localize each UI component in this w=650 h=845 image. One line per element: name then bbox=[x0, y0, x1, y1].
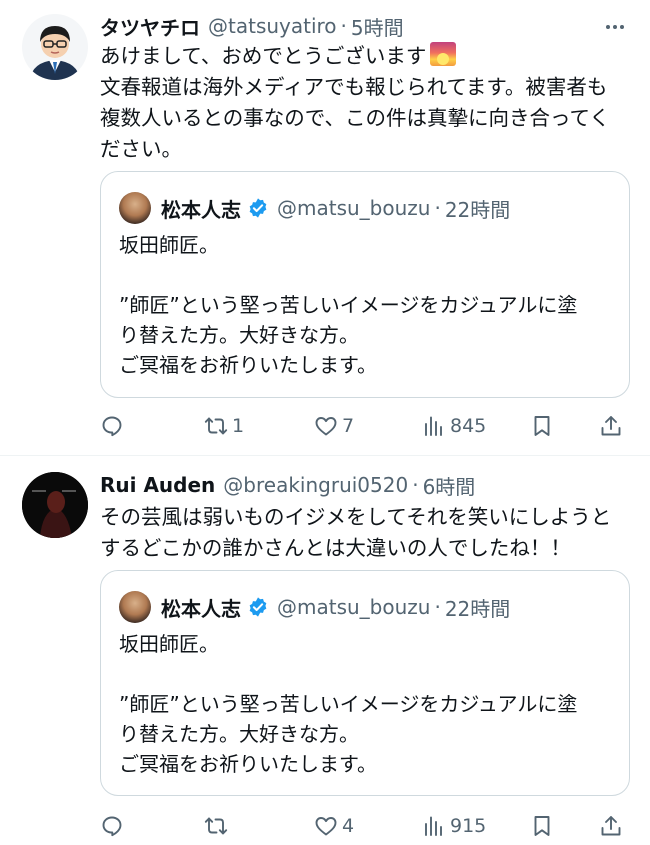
verified-badge-icon bbox=[249, 198, 267, 218]
tweet[interactable]: Rui Auden @breakingrui0520 · 6時間 その芸風は弱い… bbox=[0, 456, 650, 845]
tweet-text: あけまして、おめでとうございます 文春報道は海外メディアでも報じられてます。被害… bbox=[100, 41, 632, 165]
quoted-text-line: ”師匠”という堅っ苦しいイメージをカジュアルに塗 bbox=[119, 293, 578, 317]
views-count: 915 bbox=[450, 815, 487, 837]
tweet-text-line: ださい。 bbox=[100, 137, 182, 161]
like-button[interactable]: 7 bbox=[314, 410, 354, 442]
tweet-header: タツヤチロ @tatsuyatiro · 5時間 bbox=[100, 12, 610, 41]
retweet-button[interactable] bbox=[204, 810, 232, 842]
quoted-author-handle: @matsu_bouzu bbox=[277, 595, 431, 619]
quoted-timestamp: 22時間 bbox=[444, 197, 511, 222]
author-handle[interactable]: @tatsuyatiro bbox=[208, 14, 337, 38]
quoted-text-line: ”師匠”という堅っ苦しいイメージをカジュアルに塗 bbox=[119, 692, 578, 716]
quoted-tweet-header: 松本人志 @matsu_bouzu · 22時間 bbox=[119, 591, 510, 623]
separator: · bbox=[412, 473, 419, 497]
separator: · bbox=[434, 196, 441, 220]
author-handle[interactable]: @breakingrui0520 bbox=[223, 473, 408, 497]
more-icon[interactable] bbox=[602, 14, 628, 40]
bookmark-icon bbox=[534, 816, 550, 836]
avatar[interactable] bbox=[22, 14, 88, 80]
retweet-count: 1 bbox=[232, 415, 245, 437]
verified-badge-icon bbox=[249, 597, 267, 617]
quoted-author-handle: @matsu_bouzu bbox=[277, 196, 431, 220]
quoted-text-line: り替えた方。大好きな方。 bbox=[119, 722, 359, 746]
quoted-text-line: り替えた方。大好きな方。 bbox=[119, 323, 359, 347]
tweet[interactable]: タツヤチロ @tatsuyatiro · 5時間 あけまして、おめでとうございま… bbox=[0, 0, 650, 455]
tweet-text-line: あけまして、おめでとうございます bbox=[100, 41, 632, 72]
avatar[interactable] bbox=[22, 472, 88, 538]
tweet-text-line: その芸風は弱いものイジメをしてそれを笑いにしようと bbox=[100, 505, 612, 529]
views-button[interactable]: 845 bbox=[422, 410, 486, 442]
quoted-avatar[interactable] bbox=[119, 591, 151, 623]
like-button[interactable]: 4 bbox=[314, 810, 354, 842]
quoted-tweet-header: 松本人志 @matsu_bouzu · 22時間 bbox=[119, 192, 510, 224]
quoted-timestamp: 22時間 bbox=[444, 596, 511, 621]
quoted-text-line: ご冥福をお祈りいたします。 bbox=[119, 353, 377, 377]
like-icon bbox=[315, 417, 337, 436]
tweet-text-line: するどこかの誰かさんとは大違いの人でしたね！！ bbox=[100, 536, 571, 560]
reply-button[interactable] bbox=[100, 810, 128, 842]
quoted-text-line: ご冥福をお祈りいたします。 bbox=[119, 752, 377, 776]
reply-icon bbox=[102, 416, 122, 437]
action-bar: 4 915 bbox=[100, 810, 630, 842]
reply-icon bbox=[102, 816, 122, 837]
views-button[interactable]: 915 bbox=[422, 810, 486, 842]
views-icon bbox=[425, 816, 442, 836]
views-icon bbox=[425, 416, 442, 436]
action-bar: 1 7 845 bbox=[100, 410, 630, 442]
quoted-author-name: 松本人志 bbox=[161, 596, 241, 621]
tweet-text-line: 文春報道は海外メディアでも報じられてます。被害者も bbox=[100, 75, 608, 99]
timestamp[interactable]: 6時間 bbox=[423, 471, 476, 500]
quoted-tweet-text: 坂田師匠。 ”師匠”という堅っ苦しいイメージをカジュアルに塗 り替えた方。大好き… bbox=[119, 230, 619, 380]
tweet-text-line: 複数人いるとの事なので、この件は真摯に向き合ってく bbox=[100, 106, 610, 130]
reply-button[interactable] bbox=[100, 410, 128, 442]
share-button[interactable] bbox=[599, 410, 623, 442]
quoted-text-line: 坂田師匠。 bbox=[119, 632, 219, 656]
tweet-text-segment: あけまして、おめでとうございます bbox=[100, 44, 427, 68]
like-icon bbox=[315, 817, 337, 836]
quoted-tweet-text: 坂田師匠。 ”師匠”という堅っ苦しいイメージをカジュアルに塗 り替えた方。大好き… bbox=[119, 629, 619, 779]
sunrise-emoji bbox=[430, 42, 457, 66]
bookmark-button[interactable] bbox=[530, 810, 554, 842]
share-icon bbox=[601, 816, 621, 836]
views-count: 845 bbox=[450, 415, 487, 437]
separator: · bbox=[434, 595, 441, 619]
timestamp[interactable]: 5時間 bbox=[351, 12, 404, 41]
quoted-tweet[interactable]: 松本人志 @matsu_bouzu · 22時間 坂田師匠。 ”師匠”という堅っ… bbox=[100, 171, 630, 398]
retweet-icon bbox=[204, 417, 228, 435]
retweet-icon bbox=[204, 817, 228, 835]
quoted-author-name: 松本人志 bbox=[161, 197, 241, 222]
author-name[interactable]: Rui Auden bbox=[100, 473, 215, 497]
retweet-button[interactable]: 1 bbox=[204, 410, 244, 442]
like-count: 4 bbox=[342, 815, 355, 837]
author-name[interactable]: タツヤチロ bbox=[100, 12, 200, 41]
quoted-tweet[interactable]: 松本人志 @matsu_bouzu · 22時間 坂田師匠。 ”師匠”という堅っ… bbox=[100, 570, 630, 796]
separator: · bbox=[340, 14, 347, 38]
bookmark-icon bbox=[534, 416, 550, 436]
tweet-header: Rui Auden @breakingrui0520 · 6時間 bbox=[100, 471, 610, 500]
quoted-avatar[interactable] bbox=[119, 192, 151, 224]
like-count: 7 bbox=[342, 415, 355, 437]
bookmark-button[interactable] bbox=[530, 410, 554, 442]
quoted-text-line: 坂田師匠。 bbox=[119, 233, 219, 257]
share-icon bbox=[601, 416, 621, 436]
share-button[interactable] bbox=[599, 810, 623, 842]
tweet-text: その芸風は弱いものイジメをしてそれを笑いにしようと するどこかの誰かさんとは大違… bbox=[100, 502, 632, 564]
